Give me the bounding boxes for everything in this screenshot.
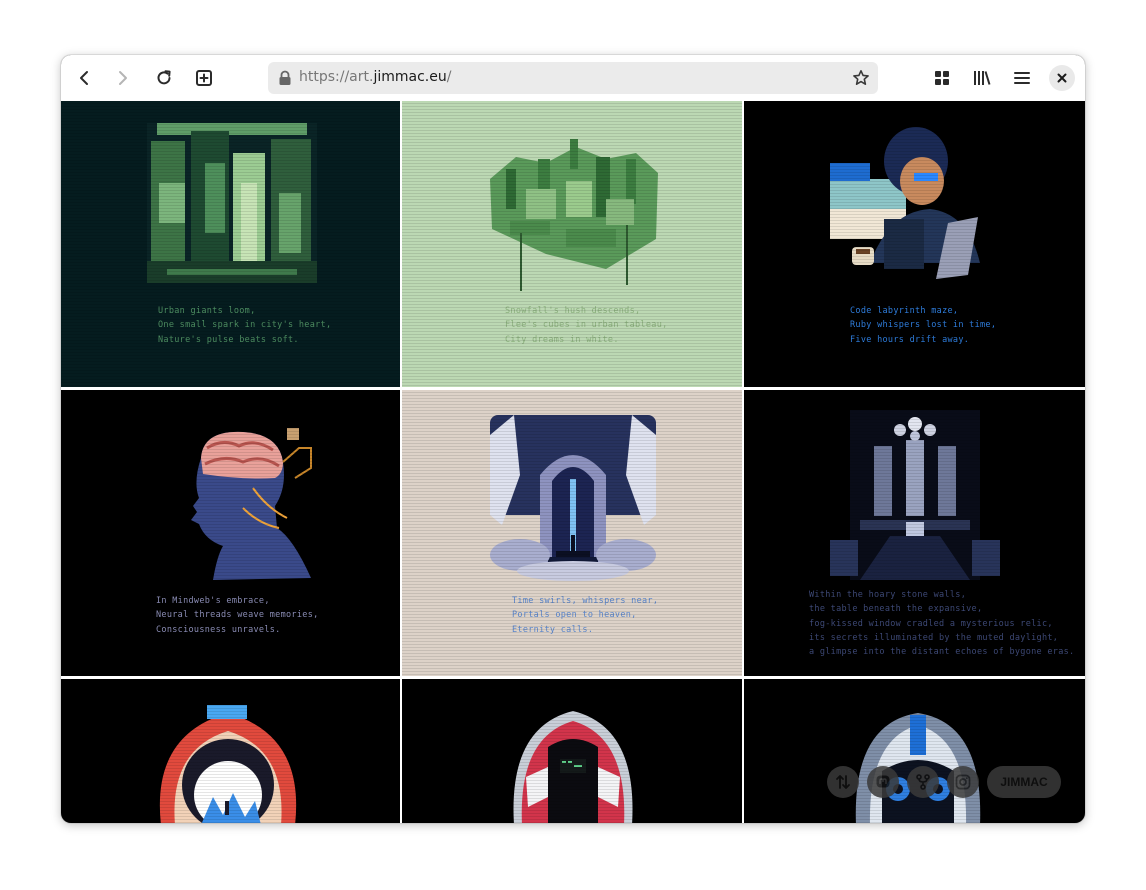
instagram-icon [955,774,971,790]
poem-line: Nature's pulse beats soft. [158,334,299,345]
red-helmet-artwork [513,711,633,823]
poem-text: Code labyrinth maze, Ruby whispers lost … [850,304,996,347]
poem-line: Consciousness unravels. [156,624,281,635]
artwork-tile-time-swirls[interactable]: Time swirls, whispers near, Portals open… [402,390,742,676]
lock-icon [279,70,291,85]
extensions-button[interactable] [927,63,957,93]
gothic-window-artwork [830,410,1000,580]
poem-line: One small spark in city's heart, [158,320,332,331]
circular-portal-artwork [159,705,297,823]
mastodon-icon [876,775,890,788]
poem-text: Urban giants loom, One small spark in ci… [158,304,331,347]
library-button[interactable] [967,63,997,93]
artwork-tile-code-labyrinth[interactable]: Code labyrinth maze, Ruby whispers lost … [744,101,1085,387]
new-tab-button[interactable] [189,63,219,93]
url-text: https://art.jimmac.eu/ [299,69,451,85]
grid-icon [935,71,949,85]
back-button[interactable] [69,63,99,93]
url-suffix: / [446,69,452,85]
address-bar[interactable]: https://art.jimmac.eu/ [268,62,878,94]
menu-button[interactable] [1007,63,1037,93]
grid-divider [742,101,744,823]
poem-line: a glimpse into the distant echoes of byg… [809,647,1075,658]
artwork-tile-red-helmet[interactable] [402,679,742,823]
snowy-city-artwork [490,139,658,291]
poem-line: Time swirls, whispers near, [512,596,659,606]
grid-divider [400,101,402,823]
portal-arch-artwork [490,415,656,581]
git-link[interactable] [907,766,939,798]
poem-line: City dreams in white. [505,334,619,345]
artwork-tile-snowfall[interactable]: Snowfall's hush descends, Flee's cubes i… [402,101,742,387]
poem-line: Within the hoary stone walls, [809,590,967,600]
poem-text: Within the hoary stone walls, the table … [809,588,1074,659]
browser-window: https://art.jimmac.eu/ Urban giants loom… [61,55,1085,823]
grid-divider [61,676,1085,679]
poem-line: Portals open to heaven, [512,610,637,621]
artwork-tile-mindweb[interactable]: In Mindweb's embrace, Neural threads wea… [61,390,400,676]
brain-profile-artwork [191,428,312,580]
browser-toolbar: https://art.jimmac.eu/ [61,55,1085,102]
url-host: jimmac.eu [373,69,447,85]
artwork-tile-portal-figure[interactable] [61,679,400,823]
poem-line: Snowfall's hush descends, [505,306,641,316]
mastodon-link[interactable] [867,766,899,798]
reload-button[interactable] [149,63,179,93]
poem-line: Neural threads weave memories, [156,610,319,621]
poem-text: Snowfall's hush descends, Flee's cubes i… [505,304,668,347]
poem-line: Urban giants loom, [158,306,256,316]
bookmark-star-icon[interactable] [852,69,870,87]
hamburger-menu-icon [1014,72,1030,84]
instagram-link[interactable] [947,766,979,798]
poem-line: Code labyrinth maze, [850,306,959,316]
sort-arrows-icon [836,775,850,789]
poem-line: Flee's cubes in urban tableau, [505,320,668,331]
new-tab-icon [196,70,212,86]
sort-button[interactable] [827,766,859,798]
urban-city-artwork [147,123,317,283]
back-arrow-icon [80,71,88,85]
reload-icon [157,70,171,85]
author-name-button[interactable]: JIMMAC [987,766,1061,798]
poem-line: In Mindweb's embrace, [156,596,270,606]
poem-line: fog-kissed window cradled a mysterious r… [809,618,1053,629]
poem-text: In Mindweb's embrace, Neural threads wea… [156,594,319,637]
page-content: Urban giants loom, One small spark in ci… [61,101,1085,823]
poem-line: Eternity calls. [512,624,594,635]
close-icon [1057,73,1067,83]
poem-text: Time swirls, whispers near, Portals open… [512,594,658,637]
forward-button[interactable] [108,63,138,93]
artwork-tile-blue-helmet[interactable] [744,679,1085,823]
poem-line: Five hours drift away. [850,334,970,345]
poem-line: Ruby whispers lost in time, [850,320,997,331]
artwork-tile-urban-giants[interactable]: Urban giants loom, One small spark in ci… [61,101,400,387]
grid-divider [61,387,1085,390]
library-icon [974,71,991,85]
close-window-button[interactable] [1049,65,1075,91]
poem-line: the table beneath the expansive, [809,604,983,615]
poem-line: its secrets illuminated by the muted day… [809,632,1059,643]
artwork-tile-stone-walls[interactable]: Within the hoary stone walls, the table … [744,390,1085,676]
forward-arrow-icon [119,71,127,85]
coder-with-laptop-artwork [830,127,980,279]
url-prefix: https://art. [299,69,374,85]
git-fork-icon [916,774,930,790]
